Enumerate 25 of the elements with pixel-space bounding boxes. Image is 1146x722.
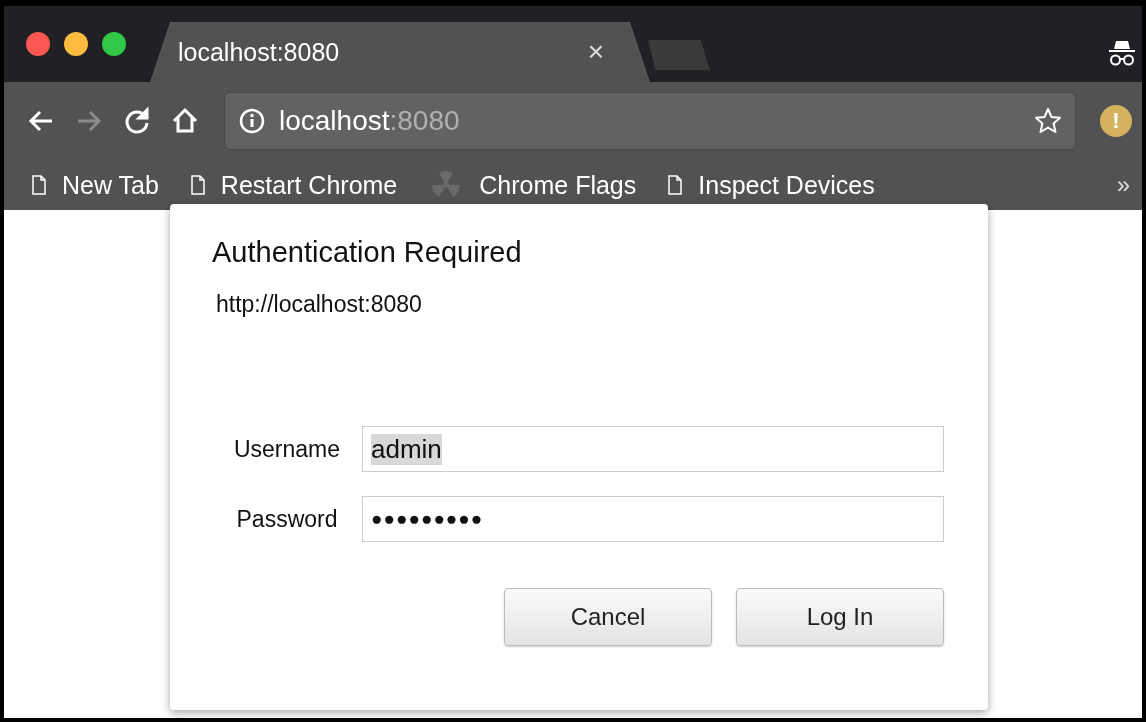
bookmark-item[interactable]: Restart Chrome [190, 170, 398, 200]
bookmark-item[interactable]: Chrome Flags [429, 168, 637, 202]
input-field[interactable]: admin [362, 426, 944, 472]
minimize-window-button[interactable] [64, 32, 88, 56]
close-window-button[interactable] [26, 32, 50, 56]
page-icon [32, 175, 46, 195]
dialog-title: Authentication Required [212, 236, 523, 269]
field-label: Password [236, 505, 338, 533]
page-icon [668, 175, 683, 195]
bookmark-star-icon[interactable] [1033, 106, 1063, 136]
info-icon[interactable] [239, 108, 265, 134]
close-tab-button[interactable]: × [587, 36, 604, 68]
input-field[interactable]: ●●●●●●●●● [362, 496, 944, 542]
more-bookmarks-button[interactable]: » [1116, 171, 1130, 199]
browser-tab[interactable]: localhost:8080 × [150, 22, 650, 82]
site-origin: http://localhost:8080 [216, 291, 423, 318]
incognito-icon[interactable] [1108, 38, 1136, 68]
bookmark-item[interactable]: New Tab [32, 170, 159, 200]
zoom-window-button[interactable] [102, 32, 126, 56]
address-bar[interactable]: localhost:8080 [224, 92, 1076, 150]
bookmark-item[interactable]: Inspect Devices [668, 170, 875, 200]
field-label: Username [233, 435, 341, 463]
cancel-button[interactable]: Cancel [504, 588, 712, 646]
login-button[interactable]: Log In [736, 588, 944, 646]
page-icon [190, 175, 205, 195]
